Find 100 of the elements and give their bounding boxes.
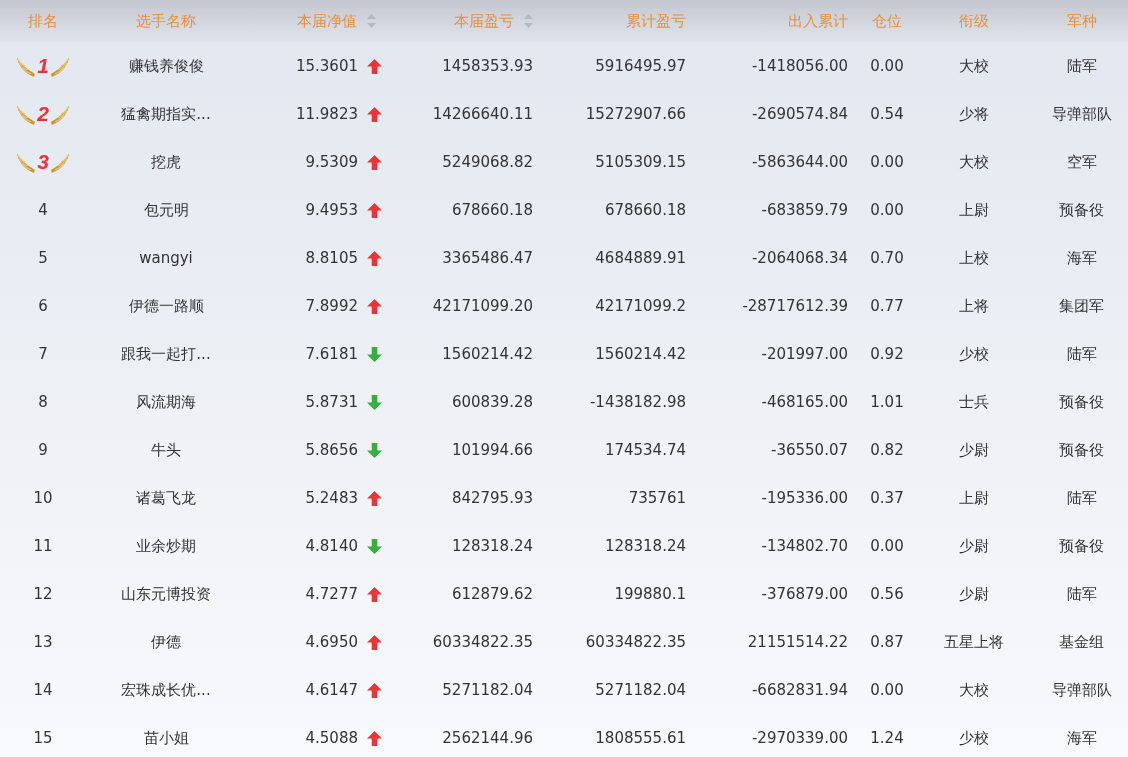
rank-title: 上尉 [959,488,989,508]
column-header: 军种 [1066,11,1097,31]
column-header[interactable]: 本届盈亏 [454,11,514,31]
in-out-total: 21151514.22 [747,633,848,651]
rank-title: 上将 [959,296,989,316]
profit-value: 842795.93 [451,489,533,507]
rank-title: 大校 [959,56,989,76]
in-out-total: -2064068.34 [751,249,848,267]
player-name: 苗小姐 [143,728,189,748]
profit-value: 1560214.42 [442,345,533,363]
in-out-total: -2690574.84 [751,105,848,123]
profit-value: 5271182.04 [442,681,533,699]
net-value: 4.7277 [305,585,358,603]
net-value: 8.8105 [305,249,358,267]
net-value: 15.3601 [295,57,358,75]
branch-name: 预备役 [1059,200,1104,220]
rank-number: 11 [33,537,53,555]
column-header[interactable]: 本届净值 [297,11,357,31]
rank-number: 5 [38,249,48,267]
column-header: 选手名称 [136,11,196,31]
cumulative-profit: 1560214.42 [595,345,686,363]
column-header: 仓位 [872,11,902,31]
player-name: 牛头 [151,440,181,460]
player-name: wangyi [139,249,193,267]
branch-name: 导弹部队 [1051,680,1112,700]
sort-icon[interactable] [367,14,376,28]
rank-number: 3 [37,150,49,174]
net-value: 4.6147 [305,681,358,699]
in-out-total: -5863644.00 [751,153,848,171]
position-ratio: 1.01 [870,393,904,411]
player-name: 业余炒期 [136,536,196,556]
branch-name: 海军 [1066,728,1097,748]
column-header: 衔级 [959,11,989,31]
rank-number: 13 [33,633,53,651]
branch-name: 导弹部队 [1051,104,1112,124]
player-name: 伊德 [151,632,181,652]
position-ratio: 0.82 [870,441,904,459]
position-ratio: 0.87 [870,633,904,651]
profit-value: 5249068.82 [442,153,533,171]
rank-title: 大校 [959,152,989,172]
position-ratio: 1.24 [870,729,904,747]
position-ratio: 0.92 [870,345,904,363]
cumulative-profit: 128318.24 [604,537,686,555]
net-value: 9.4953 [305,201,358,219]
column-header: 出入累计 [788,11,848,31]
rank-number: 2 [37,102,49,126]
position-ratio: 0.56 [870,585,904,603]
cumulative-profit: 5105309.15 [595,153,686,171]
branch-name: 海军 [1066,248,1097,268]
player-name: 猛禽期指实... [121,104,211,124]
rank-title: 大校 [959,680,989,700]
profit-value: 42171099.20 [432,297,533,315]
branch-name: 空军 [1066,152,1097,172]
cumulative-profit: 199880.1 [614,585,686,603]
branch-name: 陆军 [1066,488,1097,508]
profit-value: 612879.62 [451,585,533,603]
net-value: 4.5088 [305,729,358,747]
cumulative-profit: 60334822.35 [585,633,686,651]
position-ratio: 0.70 [870,249,904,267]
rank-number: 9 [38,441,48,459]
player-name: 伊德一路顺 [128,296,204,316]
position-ratio: 0.37 [870,489,904,507]
net-value: 7.8992 [305,297,358,315]
rank-title: 少校 [959,728,989,748]
net-value: 9.5309 [305,153,358,171]
position-ratio: 0.00 [870,153,904,171]
in-out-total: -195336.00 [761,489,848,507]
branch-name: 预备役 [1059,440,1104,460]
cumulative-profit: -1438182.98 [589,393,686,411]
position-ratio: 0.77 [870,297,904,315]
rank-title: 少尉 [959,536,989,556]
branch-name: 陆军 [1066,344,1097,364]
rank-number: 6 [38,297,48,315]
sort-icon[interactable] [524,14,533,28]
rank-number: 12 [33,585,53,603]
in-out-total: -1418056.00 [751,57,848,75]
cumulative-profit: 5916495.97 [595,57,686,75]
in-out-total: -36550.07 [771,441,848,459]
in-out-total: -6682831.94 [751,681,848,699]
rank-title: 少尉 [959,584,989,604]
net-value: 5.2483 [305,489,358,507]
cumulative-profit: 174534.74 [604,441,686,459]
branch-name: 预备役 [1059,392,1104,412]
rank-title: 少将 [959,104,989,124]
cumulative-profit: 735761 [628,489,686,507]
rank-number: 8 [38,393,48,411]
in-out-total: -2970339.00 [751,729,848,747]
player-name: 山东元博投资 [121,584,211,604]
cumulative-profit: 4684889.91 [595,249,686,267]
profit-value: 3365486.47 [442,249,533,267]
profit-value: 2562144.96 [442,729,533,747]
in-out-total: -28717612.39 [742,297,848,315]
in-out-total: -683859.79 [761,201,848,219]
cumulative-profit: 15272907.66 [585,105,686,123]
player-name: 诸葛飞龙 [136,488,196,508]
profit-value: 678660.18 [451,201,533,219]
branch-name: 集团军 [1059,296,1104,316]
rank-title: 少尉 [959,440,989,460]
position-ratio: 0.00 [870,201,904,219]
column-header: 累计盈亏 [626,11,686,31]
